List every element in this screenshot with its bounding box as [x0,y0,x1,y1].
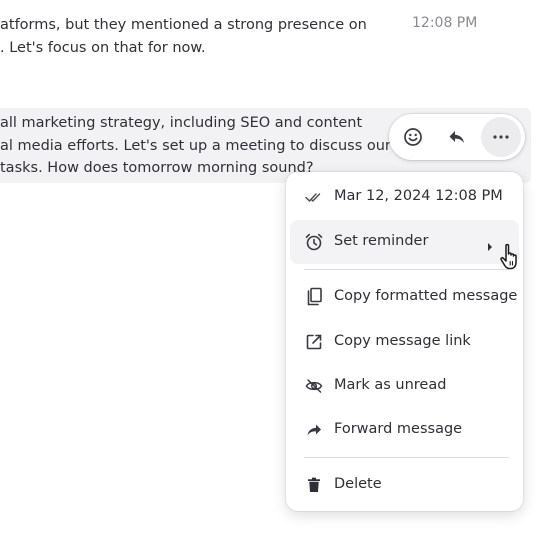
more-actions-button[interactable] [481,117,521,157]
message-timestamp: 12:08 PM [412,15,478,31]
message-line: . Let's focus on that for now. [0,39,206,56]
message-line: al media efforts. Let's set up a meeting… [0,137,391,154]
message-text: all marketing strategy, including SEO an… [0,112,391,180]
menu-item-label: Set reminder [334,233,429,249]
double-check-icon [304,187,324,207]
menu-item-label: Copy message link [334,333,471,349]
menu-item-mark-unread[interactable]: Mark as unread [290,364,519,408]
message-line: atforms, but they mentioned a strong pre… [0,17,367,33]
reply-button[interactable] [437,117,477,157]
trash-icon [304,475,324,495]
more-icon [493,135,509,139]
message-line: all marketing strategy, including SEO an… [0,115,363,131]
chevron-right-icon [487,237,493,256]
menu-item-label: Forward message [334,421,463,437]
menu-divider [304,269,509,270]
menu-item-set-reminder[interactable]: Set reminder [290,220,519,264]
emoji-icon [403,127,423,147]
menu-item-copy-formatted[interactable]: Copy formatted message [290,275,519,319]
menu-item-delete[interactable]: Delete [290,463,519,507]
menu-item-timestamp: Mar 12, 2024 12:08 PM [290,175,519,219]
menu-item-label: Mar 12, 2024 12:08 PM [334,188,503,204]
forward-icon [304,420,324,440]
copy-icon [304,287,324,307]
message-context-menu: Mar 12, 2024 12:08 PM Set reminder Copy … [286,172,523,511]
message-text: atforms, but they mentioned a strong pre… [0,14,367,59]
menu-item-label: Mark as unread [334,377,447,393]
menu-divider [304,457,509,458]
menu-item-copy-link[interactable]: Copy message link [290,320,519,364]
reply-icon [448,129,466,145]
message-action-bar [389,114,525,160]
eye-off-icon [304,376,324,396]
add-reaction-button[interactable] [393,117,433,157]
menu-item-label: Delete [334,476,382,492]
alarm-clock-icon [304,232,324,252]
hand-pointer-cursor-icon [499,243,525,275]
external-link-icon [304,332,324,352]
menu-item-label: Copy formatted message [334,288,518,304]
menu-item-forward[interactable]: Forward message [290,408,519,452]
